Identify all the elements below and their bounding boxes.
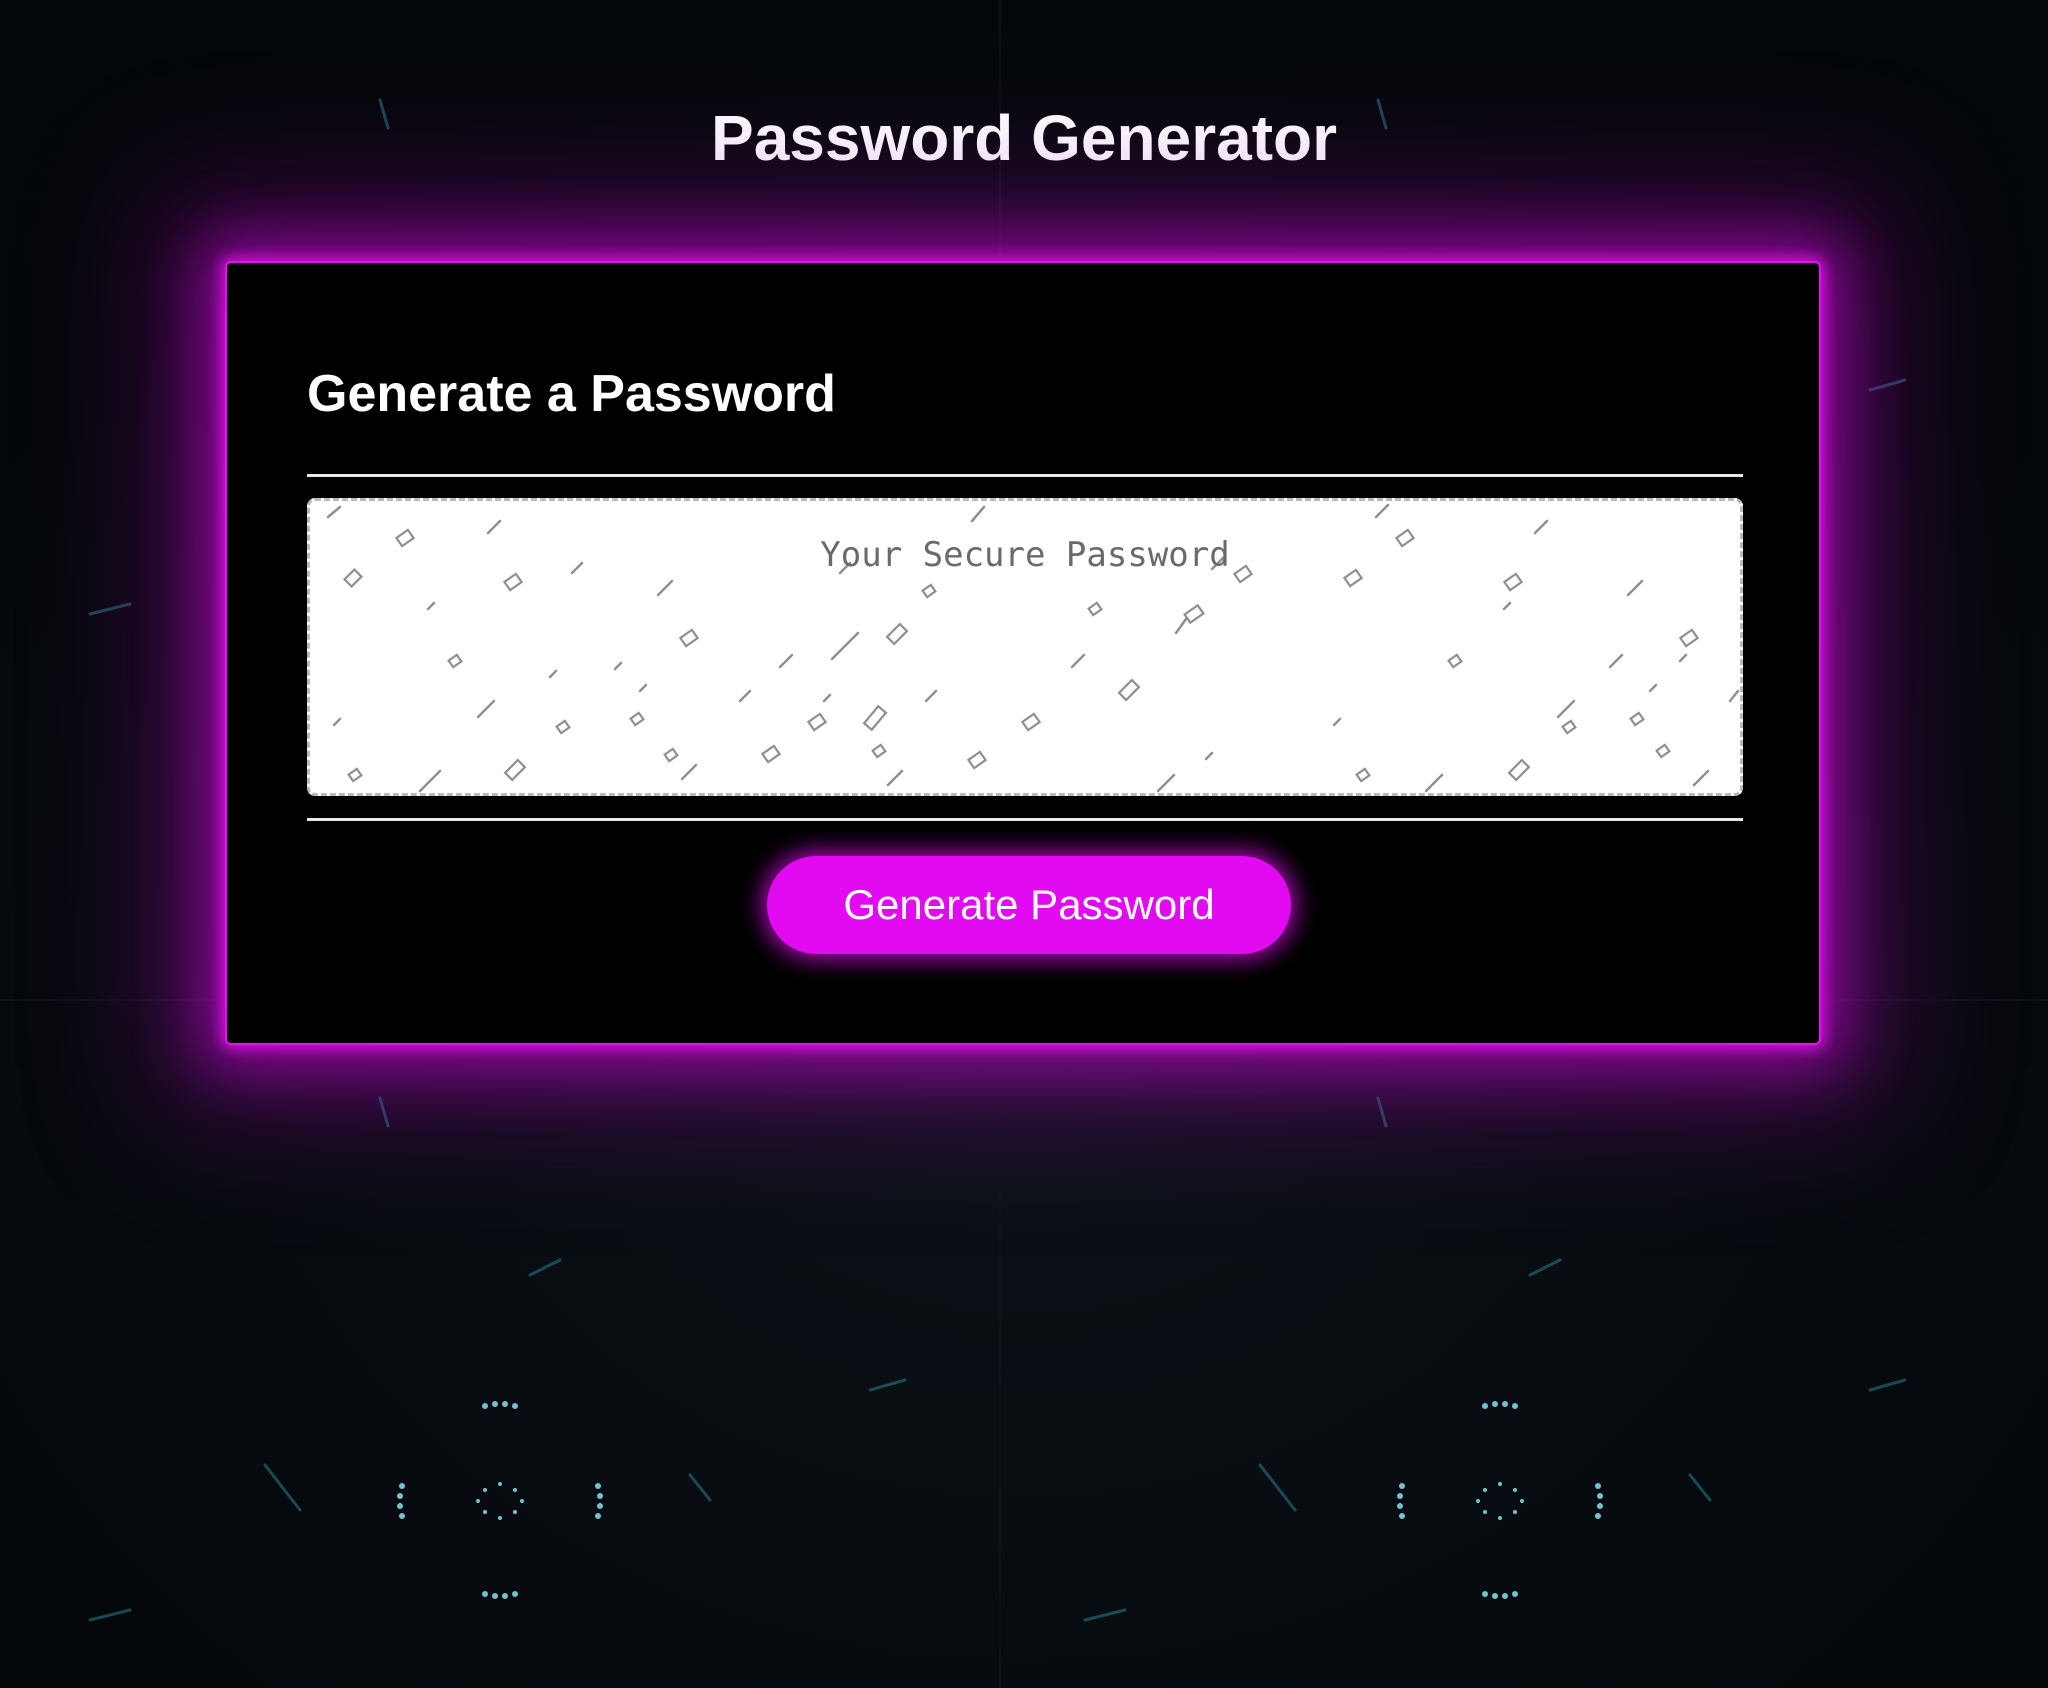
password-card: Generate a Password Your Secure Password… xyxy=(225,261,1821,1045)
page-title: Password Generator xyxy=(711,102,1337,174)
password-display xyxy=(307,498,1743,796)
divider-top xyxy=(307,474,1743,477)
password-textarea[interactable] xyxy=(310,501,1740,793)
card-title: Generate a Password xyxy=(307,365,836,423)
divider-bottom xyxy=(307,818,1743,821)
page: Password Generator Generate a Password Y… xyxy=(0,0,2048,1688)
generate-password-button[interactable]: Generate Password xyxy=(767,856,1291,954)
